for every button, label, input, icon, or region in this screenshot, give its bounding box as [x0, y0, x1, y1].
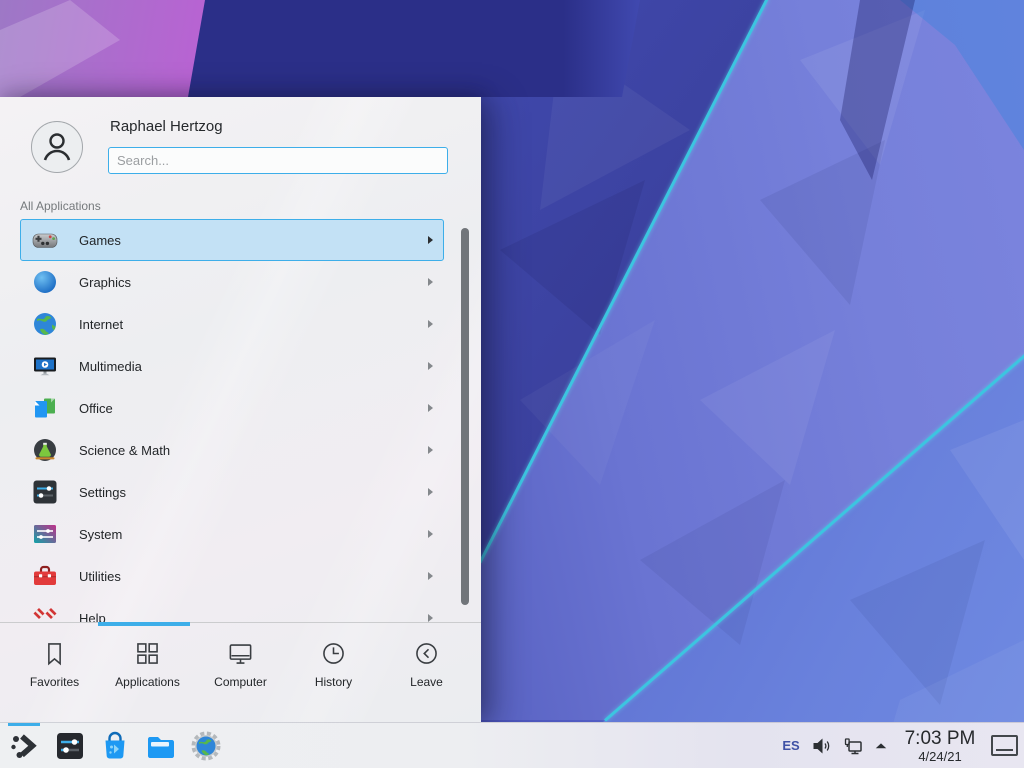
submenu-arrow-icon — [428, 320, 433, 328]
tab-applications[interactable]: Applications — [101, 623, 194, 722]
kde-launcher-icon — [8, 730, 40, 762]
user-icon — [37, 127, 77, 167]
category-label: Graphics — [79, 275, 131, 290]
user-name: Raphael Hertzog — [110, 118, 223, 135]
web-browser-button[interactable] — [190, 730, 222, 762]
graphics-icon — [31, 268, 59, 296]
application-launcher-menu: Raphael Hertzog All Applications Games — [0, 97, 481, 722]
tab-label: Computer — [214, 675, 267, 689]
section-label: All Applications — [20, 199, 101, 213]
internet-icon — [31, 310, 59, 338]
volume-button[interactable] — [810, 734, 834, 758]
category-label: Office — [79, 401, 113, 416]
system-settings-button[interactable] — [54, 730, 86, 762]
tab-label: Favorites — [30, 675, 79, 689]
category-row-settings[interactable]: Settings — [20, 471, 444, 513]
category-row-multimedia[interactable]: Multimedia — [20, 345, 444, 387]
category-label: Games — [79, 233, 121, 248]
utilities-icon — [31, 562, 59, 590]
office-icon — [31, 394, 59, 422]
menu-scrollbar[interactable] — [461, 228, 469, 605]
tab-favorites[interactable]: Favorites — [8, 623, 101, 722]
folder-icon — [144, 730, 176, 762]
system-tray: ES 7:03 — [779, 723, 1024, 768]
category-row-games[interactable]: Games — [20, 219, 444, 261]
tab-label: Leave — [410, 675, 443, 689]
category-row-internet[interactable]: Internet — [20, 303, 444, 345]
search-input[interactable] — [108, 147, 448, 174]
wired-network-icon — [841, 734, 865, 758]
discover-icon — [99, 730, 131, 762]
category-label: Settings — [79, 485, 126, 500]
submenu-arrow-icon — [428, 488, 433, 496]
globe-browser-icon — [190, 730, 222, 762]
tab-label: Applications — [115, 675, 180, 689]
bookmark-icon — [41, 640, 68, 667]
clock-time: 7:03 PM — [897, 729, 983, 748]
submenu-arrow-icon — [428, 362, 433, 370]
active-tab-indicator — [98, 622, 190, 626]
settings-icon — [31, 478, 59, 506]
submenu-arrow-icon — [428, 572, 433, 580]
submenu-arrow-icon — [428, 404, 433, 412]
discover-button[interactable] — [99, 730, 131, 762]
network-button[interactable] — [841, 734, 865, 758]
clock-date: 4/24/21 — [897, 750, 983, 763]
category-label: Internet — [79, 317, 123, 332]
taskbar-panel: ES 7:03 — [0, 722, 1024, 768]
show-desktop-button[interactable] — [991, 735, 1018, 756]
submenu-arrow-icon — [428, 236, 433, 244]
caret-up-icon — [872, 734, 890, 758]
applications-grid-icon — [134, 640, 161, 667]
history-clock-icon — [320, 640, 347, 667]
category-list: Games Graphics — [0, 219, 458, 622]
user-avatar[interactable] — [31, 121, 83, 173]
leave-icon — [413, 640, 440, 667]
keyboard-layout-indicator[interactable]: ES — [779, 738, 803, 753]
submenu-arrow-icon — [428, 278, 433, 286]
games-icon — [31, 226, 59, 254]
category-row-graphics[interactable]: Graphics — [20, 261, 444, 303]
speaker-icon — [810, 734, 834, 758]
category-row-utilities[interactable]: Utilities — [20, 555, 444, 597]
category-label: Help — [79, 611, 106, 623]
system-settings-icon — [54, 730, 86, 762]
category-label: Utilities — [79, 569, 121, 584]
help-icon — [31, 604, 59, 622]
tab-label: History — [315, 675, 352, 689]
submenu-arrow-icon — [428, 530, 433, 538]
category-label: Science & Math — [79, 443, 170, 458]
digital-clock[interactable]: 7:03 PM 4/24/21 — [897, 729, 983, 763]
science-math-icon — [31, 436, 59, 464]
file-manager-button[interactable] — [144, 730, 176, 762]
category-row-help[interactable]: Help — [20, 597, 444, 622]
category-row-office[interactable]: Office — [20, 387, 444, 429]
multimedia-icon — [31, 352, 59, 380]
category-label: Multimedia — [79, 359, 142, 374]
active-task-indicator — [8, 723, 40, 726]
tab-computer[interactable]: Computer — [194, 623, 287, 722]
tray-expander-button[interactable] — [872, 734, 890, 758]
category-label: System — [79, 527, 122, 542]
category-row-system[interactable]: System — [20, 513, 444, 555]
tab-history[interactable]: History — [287, 623, 380, 722]
application-launcher-button[interactable] — [8, 730, 40, 762]
computer-icon — [227, 640, 254, 667]
system-icon — [31, 520, 59, 548]
submenu-arrow-icon — [428, 614, 433, 622]
submenu-arrow-icon — [428, 446, 433, 454]
tab-leave[interactable]: Leave — [380, 623, 473, 722]
desktop: Raphael Hertzog All Applications Games — [0, 0, 1024, 768]
launcher-tabbar: Favorites Applications — [0, 622, 481, 722]
category-row-science-math[interactable]: Science & Math — [20, 429, 444, 471]
